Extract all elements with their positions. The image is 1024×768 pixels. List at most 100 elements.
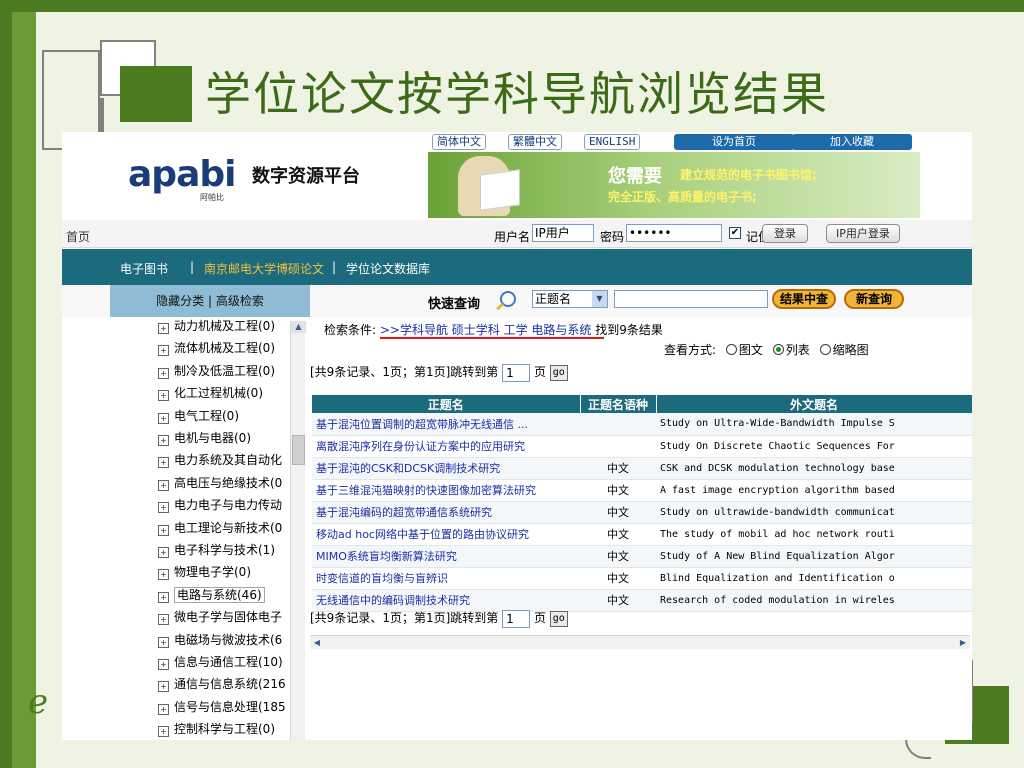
category-item[interactable]: + 电力电子与电力传动 <box>158 496 282 516</box>
result-title-link[interactable]: 时变信道的盲均衡与盲辨识 <box>312 567 580 590</box>
expand-icon[interactable]: + <box>158 569 169 581</box>
lang-simplified-link[interactable]: 简体中文 <box>432 134 486 150</box>
table-row[interactable]: 无线通信中的编码调制技术研究 中文 Research of coded modula… <box>312 589 972 612</box>
category-label[interactable]: 电气工程(0) <box>174 409 239 423</box>
search-input[interactable] <box>614 290 768 308</box>
result-title-link[interactable]: 基于混沌位置调制的超宽带脉冲无线通信 ... <box>312 413 580 436</box>
category-label[interactable]: 电子科学与技术(1) <box>174 543 275 557</box>
category-item[interactable]: + 电力系统及其自动化 <box>158 451 282 471</box>
category-label[interactable]: 电力电子与电力传动 <box>174 498 282 512</box>
category-label[interactable]: 流体机械及工程(0) <box>174 341 275 355</box>
category-label[interactable]: 通信与信息系统(216 <box>174 677 286 691</box>
expand-icon[interactable]: + <box>158 323 169 334</box>
result-title-link[interactable]: 离散混沌序列在身份认证方案中的应用研究 <box>312 435 580 458</box>
category-item[interactable]: + 电机与电器(0) <box>158 429 251 449</box>
category-scrollbar[interactable]: ▲ <box>290 321 306 740</box>
scroll-right-icon[interactable]: ▶ <box>956 636 970 650</box>
category-item[interactable]: + 电路与系统(46) <box>158 586 265 606</box>
category-label[interactable]: 高电压与绝缘技术(0 <box>174 476 282 490</box>
expand-icon[interactable]: + <box>158 681 169 693</box>
condition-path-link[interactable]: >>学科导航 硕士学科 工学 电路与系统 <box>380 323 592 337</box>
category-label[interactable]: 控制科学与工程(0) <box>174 722 275 736</box>
table-row[interactable]: 基于混沌位置调制的超宽带脉冲无线通信 ... Study on Ultra-Wid… <box>312 413 972 436</box>
username-input[interactable]: IP用户 <box>532 224 594 242</box>
category-label[interactable]: 电磁场与微波技术(6 <box>174 633 282 647</box>
expand-icon[interactable]: + <box>158 659 169 670</box>
home-link[interactable]: 首页 <box>66 228 90 245</box>
expand-icon[interactable]: + <box>158 547 169 558</box>
expand-icon[interactable]: + <box>158 614 169 626</box>
view-radio-image-text[interactable] <box>725 344 737 355</box>
go-button[interactable]: go <box>549 364 568 381</box>
view-radio-thumbnail[interactable] <box>819 344 831 355</box>
category-item[interactable]: + 电磁场与微波技术(6 <box>158 631 282 651</box>
add-favorite-button[interactable]: 加入收藏 <box>792 134 912 150</box>
lang-english-link[interactable]: ENGLISH <box>584 134 641 150</box>
category-item[interactable]: + 电子科学与技术(1) <box>158 541 275 561</box>
expand-icon[interactable]: + <box>158 726 169 738</box>
password-input[interactable]: •••••• <box>626 224 722 242</box>
category-item[interactable]: + 微电子学与固体电子 <box>158 608 282 628</box>
result-title-link[interactable]: 无线通信中的编码调制技术研究 <box>312 589 580 612</box>
remember-checkbox[interactable]: ✔ <box>729 227 741 239</box>
table-row[interactable]: 基于三维混沌猫映射的快速图像加密算法研究 中文 A fast image encry… <box>312 479 972 502</box>
expand-icon[interactable]: + <box>158 479 169 491</box>
result-title-link[interactable]: 基于混沌的CSK和DCSK调制技术研究 <box>312 457 580 480</box>
expand-icon[interactable]: + <box>158 435 169 446</box>
expand-icon[interactable]: + <box>158 390 169 402</box>
expand-icon[interactable]: + <box>158 367 169 379</box>
scroll-thumb[interactable] <box>292 435 305 465</box>
expand-icon[interactable]: + <box>158 636 169 648</box>
category-item[interactable]: + 物理电子学(0) <box>158 563 251 583</box>
category-label[interactable]: 信息与通信工程(10) <box>174 655 283 669</box>
category-label[interactable]: 微电子学与固体电子 <box>174 610 282 624</box>
expand-icon[interactable]: + <box>158 524 169 536</box>
table-row[interactable]: 时变信道的盲均衡与盲辨识 中文 Blind Equalization and Ide… <box>312 567 972 590</box>
result-title-link[interactable]: MIMO系统盲均衡新算法研究 <box>312 545 580 568</box>
category-item[interactable]: + 动力机械及工程(0) <box>158 317 275 337</box>
scroll-up-icon[interactable]: ▲ <box>291 321 306 333</box>
apabi-logo[interactable]: apabi <box>128 154 236 195</box>
col-header-title[interactable]: 正题名 <box>312 395 581 413</box>
category-item[interactable]: + 信息与通信工程(10) <box>158 653 283 673</box>
login-button[interactable]: 登录 <box>762 224 808 243</box>
table-row[interactable]: 基于混沌编码的超宽带通信系统研究 中文 Study on ultrawide-ban… <box>312 501 972 524</box>
expand-icon[interactable]: + <box>158 345 169 357</box>
ad-banner[interactable]: 您需要 建立规范的电子书图书馆; 完全正版、高质量的电子书; <box>428 152 920 218</box>
category-label[interactable]: 化工过程机械(0) <box>174 386 263 400</box>
category-item[interactable]: + 制冷及低温工程(0) <box>158 362 275 382</box>
table-row[interactable]: 离散混沌序列在身份认证方案中的应用研究 Study On Discrete Cha… <box>312 435 972 458</box>
scroll-left-icon[interactable]: ◀ <box>310 636 324 650</box>
category-item[interactable]: + 信号与信息处理(185 <box>158 698 286 718</box>
category-item[interactable]: + 高电压与绝缘技术(0 <box>158 474 282 494</box>
result-title-link[interactable]: 移动ad hoc网络中基于位置的路由协议研究 <box>312 523 580 546</box>
category-label[interactable]: 制冷及低温工程(0) <box>174 364 275 378</box>
result-title-link[interactable]: 基于混沌编码的超宽带通信系统研究 <box>312 501 580 524</box>
horizontal-scrollbar[interactable]: ◀ ▶ <box>310 635 970 649</box>
lang-traditional-link[interactable]: 繁體中文 <box>508 134 562 150</box>
expand-icon[interactable]: + <box>158 412 169 424</box>
col-header-foreign-title[interactable]: 外文题名 <box>656 395 972 413</box>
nav-njupt-theses[interactable]: 南京邮电大学博硕论文 <box>204 260 324 277</box>
category-label[interactable]: 动力机械及工程(0) <box>174 319 275 333</box>
search-field-select[interactable]: 正题名 ▼ <box>532 290 608 308</box>
category-item[interactable]: + 化工过程机械(0) <box>158 384 263 404</box>
page-number-input[interactable]: 1 <box>502 609 531 628</box>
expand-icon[interactable]: + <box>158 591 169 603</box>
nav-ebooks[interactable]: 电子图书 <box>120 260 168 277</box>
category-item[interactable]: + 控制科学与工程(0) <box>158 720 275 740</box>
category-label[interactable]: 电力系统及其自动化 <box>174 453 282 467</box>
new-search-button[interactable]: 新查询 <box>844 289 904 309</box>
set-home-button[interactable]: 设为首页 <box>674 134 794 150</box>
table-row[interactable]: 移动ad hoc网络中基于位置的路由协议研究 中文 The study of mob… <box>312 523 972 546</box>
ip-login-button[interactable]: IP用户登录 <box>826 224 900 243</box>
col-header-language[interactable]: 正题名语种 <box>580 395 657 413</box>
category-item[interactable]: + 电工理论与新技术(0 <box>158 519 282 539</box>
table-row[interactable]: 基于混沌的CSK和DCSK调制技术研究 中文 CSK and DCSK modula… <box>312 457 972 480</box>
category-item[interactable]: + 流体机械及工程(0) <box>158 339 275 359</box>
category-item[interactable]: + 电气工程(0) <box>158 407 239 427</box>
category-item[interactable]: + 通信与信息系统(216 <box>158 675 286 695</box>
category-label[interactable]: 电机与电器(0) <box>174 431 251 445</box>
category-label[interactable]: 电路与系统(46) <box>174 586 265 603</box>
nav-thesis-db[interactable]: 学位论文数据库 <box>346 260 430 277</box>
